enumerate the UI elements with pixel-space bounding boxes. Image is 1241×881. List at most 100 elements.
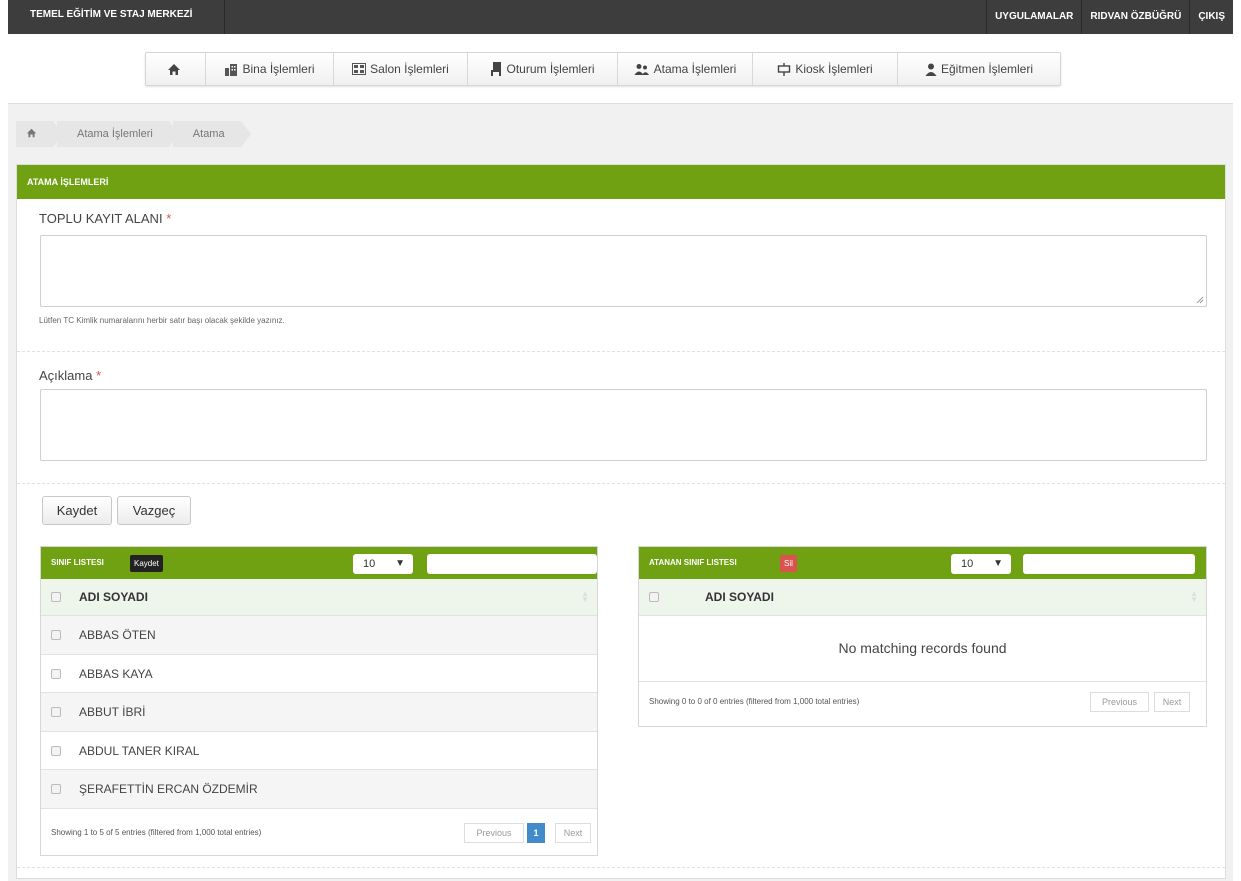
resize-handle-icon[interactable] [1196,296,1204,304]
row-checkbox[interactable] [51,784,61,794]
row-name: ABBAS KAYA [79,667,153,681]
nav-hall[interactable]: Salon İşlemleri [334,53,468,85]
nav-hall-label: Salon İşlemleri [370,62,449,76]
class-list-table: SINIF LISTESI Kaydet 10 ▼ ADI SOYADI ▲ ▼ … [40,546,598,856]
nav-session-label: Oturum İşlemleri [506,62,595,76]
dropdown-arrow-icon: ▼ [993,558,1003,569]
building-icon [225,63,238,76]
row-name: ABBUT İBRİ [79,705,146,719]
table-row[interactable]: ABBUT İBRİ [41,693,597,732]
assigned-list-table: ATANAN SINIF LISTESI Sil 10 ▼ ADI SOYADI… [638,546,1207,727]
panel-title: ATAMA İŞLEMLERİ [17,165,1225,199]
class-list-search-input[interactable] [427,554,597,574]
home-icon [26,128,37,138]
kiosk-icon [778,62,791,76]
hall-icon [352,63,367,75]
user-menu-link[interactable]: RIDVAN ÖZBÜĞRÜ [1081,0,1189,34]
top-bar: TEMEL EĞİTİM VE STAJ MERKEZİ UYGULAMALAR… [8,0,1233,34]
table-row[interactable]: ABDUL TANER KIRAL [41,732,597,770]
description-label-text: Açıklama [39,368,93,383]
nav-assignment-label: Atama İşlemleri [653,62,737,76]
page-size-value: 10 [363,558,376,570]
row-checkbox[interactable] [51,669,61,679]
logout-link[interactable]: ÇIKIŞ [1189,0,1233,34]
class-list-info: Showing 1 to 5 of 5 entries (filtered fr… [51,828,262,837]
assigned-list-header: ATANAN SINIF LISTESI Sil 10 ▼ [639,547,1206,579]
assigned-list-search-input[interactable] [1023,554,1195,574]
nav-building[interactable]: Bina İşlemleri [206,53,334,85]
column-header[interactable]: ADI SOYADI [705,590,774,604]
main-nav: Bina İşlemleri Salon İşlemleri Oturum İş… [145,52,1061,86]
divider [17,483,1225,484]
assigned-list-page-size-select[interactable]: 10 ▼ [951,554,1011,574]
class-list-page-size-select[interactable]: 10 ▼ [353,554,413,574]
column-header[interactable]: ADI SOYADI [79,590,148,604]
description-label: Açıklama * [39,368,101,383]
nav-building-label: Bina İşlemleri [242,62,315,76]
class-list-header: SINIF LISTESI Kaydet 10 ▼ [41,547,597,579]
page-body: Atama İşlemleri Atama ATAMA İŞLEMLERİ TO… [8,104,1233,881]
nav-home[interactable] [146,53,206,85]
nav-assignment[interactable]: Atama İşlemleri [618,53,753,85]
chair-icon [491,62,502,76]
select-all-checkbox[interactable] [51,592,61,602]
assigned-list-info: Showing 0 to 0 of 0 entries (filtered fr… [649,697,860,706]
cancel-button[interactable]: Vazgeç [117,496,191,525]
nav-kiosk[interactable]: Kiosk İşlemleri [753,53,898,85]
row-checkbox[interactable] [51,707,61,717]
divider [224,0,225,34]
class-list-save-button[interactable]: Kaydet [130,555,163,572]
breadcrumb-current: Atama [172,121,251,147]
next-page-button[interactable]: Next [1154,692,1190,712]
nav-kiosk-label: Kiosk İşlemleri [795,62,873,76]
table-header-row: ADI SOYADI ▲ ▼ [41,579,597,616]
next-page-button[interactable]: Next [555,823,591,843]
nav-trainer[interactable]: Eğitmen İşlemleri [898,53,1060,85]
row-name: ABDUL TANER KIRAL [79,744,200,758]
user-icon [925,63,937,76]
divider [17,351,1225,352]
assigned-list-delete-button[interactable]: Sil [780,555,797,572]
row-checkbox[interactable] [51,630,61,640]
table-header-row: ADI SOYADI ▲ ▼ [639,579,1206,616]
row-checkbox[interactable] [51,746,61,756]
bulk-label-text: TOPLU KAYIT ALANI [39,211,163,226]
applications-link[interactable]: UYGULAMALAR [986,0,1081,34]
empty-row: No matching records found [639,616,1206,682]
brand-title[interactable]: TEMEL EĞİTİM VE STAJ MERKEZİ [30,9,192,20]
sort-icon[interactable]: ▲ ▼ [581,590,589,604]
class-list-title: SINIF LISTESI [51,558,104,567]
table-row[interactable]: ŞERAFETTİN ERCAN ÖZDEMİR [41,770,597,809]
breadcrumb-item[interactable]: Atama İşlemleri [57,121,179,147]
row-name: ŞERAFETTİN ERCAN ÖZDEMİR [79,782,258,796]
no-records-message: No matching records found [838,640,1007,656]
sort-icon[interactable]: ▲ ▼ [1190,590,1198,604]
nav-session[interactable]: Oturum İşlemleri [468,53,618,85]
breadcrumb: Atama İşlemleri Atama [16,120,251,148]
breadcrumb-home[interactable] [16,121,63,147]
home-icon [167,63,180,75]
bulk-label: TOPLU KAYIT ALANI * [39,211,171,226]
table-row[interactable]: ABBAS KAYA [41,655,597,693]
required-mark: * [166,211,172,226]
assignment-panel: ATAMA İŞLEMLERİ TOPLU KAYIT ALANI * Lütf… [16,164,1226,879]
divider [17,867,1225,868]
page-size-value: 10 [961,558,974,570]
previous-page-button[interactable]: Previous [464,823,524,843]
bulk-textarea[interactable] [40,235,1207,307]
assigned-list-title: ATANAN SINIF LISTESI [649,558,737,567]
description-textarea[interactable] [40,389,1207,461]
save-button[interactable]: Kaydet [42,496,112,525]
nav-bar: Bina İşlemleri Salon İşlemleri Oturum İş… [8,34,1233,104]
bulk-help-text: Lütfen TC Kimlik numaralarını herbir sat… [39,316,285,325]
dropdown-arrow-icon: ▼ [395,558,405,569]
row-name: ABBAS ÖTEN [79,628,156,642]
top-links: UYGULAMALAR RIDVAN ÖZBÜĞRÜ ÇIKIŞ [986,0,1233,34]
users-icon [634,64,649,75]
page-1-button[interactable]: 1 [527,823,545,843]
previous-page-button[interactable]: Previous [1090,692,1149,712]
select-all-checkbox[interactable] [649,592,659,602]
nav-trainer-label: Eğitmen İşlemleri [940,62,1034,76]
table-row[interactable]: ABBAS ÖTEN [41,616,597,655]
required-mark: * [96,368,102,383]
